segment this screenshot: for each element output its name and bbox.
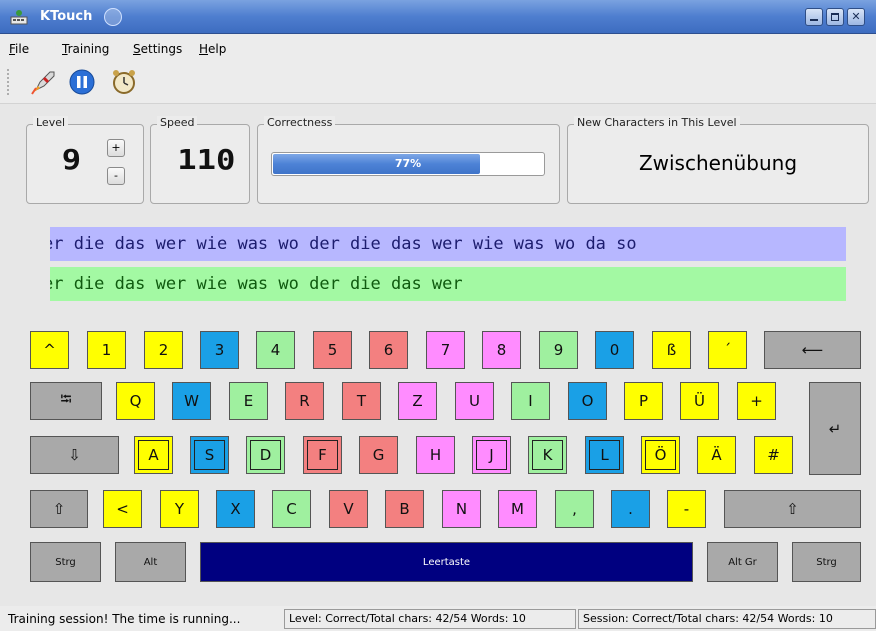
speed-value: 110: [177, 143, 236, 176]
title-bar: KTouch ✕: [0, 0, 876, 34]
menu-settings[interactable]: Settings: [133, 42, 182, 56]
key-r[interactable]: R: [285, 382, 324, 420]
key-c[interactable]: C: [272, 490, 311, 528]
menu-training[interactable]: Training: [62, 42, 109, 56]
toolbar-grip[interactable]: [6, 68, 10, 96]
key-o[interactable]: O: [568, 382, 607, 420]
key-ae[interactable]: Ä: [697, 436, 736, 474]
key-l[interactable]: L: [585, 436, 624, 474]
level-value: 9: [61, 143, 82, 176]
key-m[interactable]: M: [498, 490, 537, 528]
key-v[interactable]: V: [329, 490, 368, 528]
key-altgr[interactable]: Alt Gr: [707, 542, 778, 582]
key-ctrl-right[interactable]: Strg: [792, 542, 861, 582]
speed-label: Speed: [157, 116, 198, 129]
key-backspace[interactable]: ⟵: [764, 331, 861, 369]
student-line[interactable]: er die das wer wie was wo der die das we…: [50, 267, 846, 301]
key-t[interactable]: T: [342, 382, 381, 420]
toolbar: [0, 60, 876, 104]
key-tab[interactable]: ⭾: [30, 382, 102, 420]
alarm-clock-icon[interactable]: [110, 68, 138, 96]
teacher-line: er die das wer wie was wo der die das we…: [50, 227, 846, 261]
ktouch-app-icon[interactable]: [10, 8, 28, 26]
key-less[interactable]: <: [103, 490, 142, 528]
new-characters-label: New Characters in This Level: [574, 116, 740, 129]
maximize-button[interactable]: [826, 8, 844, 26]
key-caret[interactable]: ^: [30, 331, 69, 369]
key-j[interactable]: J: [472, 436, 511, 474]
pause-icon[interactable]: [68, 68, 96, 96]
new-characters-value: Zwischenübung: [638, 151, 798, 175]
key-oe[interactable]: Ö: [641, 436, 680, 474]
key-2[interactable]: 2: [144, 331, 183, 369]
key-a[interactable]: A: [134, 436, 173, 474]
rocket-icon[interactable]: [30, 68, 58, 96]
help-icon[interactable]: [104, 8, 122, 26]
key-3[interactable]: 3: [200, 331, 239, 369]
key-acute[interactable]: ´: [708, 331, 747, 369]
key-period[interactable]: .: [611, 490, 650, 528]
key-w[interactable]: W: [172, 382, 211, 420]
key-ue[interactable]: Ü: [680, 382, 719, 420]
teacher-line-text: er die das wer wie was wo der die das we…: [50, 234, 637, 254]
key-eszett[interactable]: ß: [652, 331, 691, 369]
status-message: Training session! The time is running...: [8, 612, 241, 626]
key-alt[interactable]: Alt: [115, 542, 186, 582]
student-line-text: er die das wer wie was wo der die das we…: [50, 274, 463, 294]
key-4[interactable]: 4: [256, 331, 295, 369]
key-minus[interactable]: -: [667, 490, 706, 528]
key-e[interactable]: E: [229, 382, 268, 420]
key-ctrl-left[interactable]: Strg: [30, 542, 101, 582]
new-characters-panel: New Characters in This Level Zwischenübu…: [567, 116, 869, 204]
correctness-label: Correctness: [264, 116, 336, 129]
key-0[interactable]: 0: [595, 331, 634, 369]
key-q[interactable]: Q: [116, 382, 155, 420]
key-plus[interactable]: +: [737, 382, 776, 420]
key-f[interactable]: F: [303, 436, 342, 474]
key-shift-right[interactable]: ⇧: [724, 490, 861, 528]
key-5[interactable]: 5: [313, 331, 352, 369]
menu-help[interactable]: Help: [199, 42, 226, 56]
level-stats: Level: Correct/Total chars: 42/54 Words:…: [284, 609, 576, 629]
key-b[interactable]: B: [385, 490, 424, 528]
key-enter[interactable]: ↵: [809, 382, 861, 475]
level-increase-button[interactable]: +: [107, 139, 125, 157]
key-h[interactable]: H: [416, 436, 455, 474]
key-9[interactable]: 9: [539, 331, 578, 369]
key-d[interactable]: D: [246, 436, 285, 474]
key-p[interactable]: P: [624, 382, 663, 420]
key-s[interactable]: S: [190, 436, 229, 474]
key-u[interactable]: U: [455, 382, 494, 420]
key-x[interactable]: X: [216, 490, 255, 528]
correctness-progress-bar: 77%: [271, 152, 545, 176]
level-decrease-button[interactable]: -: [107, 167, 125, 185]
key-z[interactable]: Z: [398, 382, 437, 420]
correctness-percent: 77%: [394, 157, 422, 170]
level-label: Level: [33, 116, 69, 129]
key-6[interactable]: 6: [369, 331, 408, 369]
correctness-panel: Correctness 77%: [257, 116, 560, 204]
key-8[interactable]: 8: [482, 331, 521, 369]
key-shift-left[interactable]: ⇧: [30, 490, 88, 528]
key-comma[interactable]: ,: [555, 490, 594, 528]
minimize-button[interactable]: [805, 8, 823, 26]
speed-panel: Speed 110: [150, 116, 250, 204]
key-y[interactable]: Y: [160, 490, 199, 528]
key-k[interactable]: K: [528, 436, 567, 474]
key-i[interactable]: I: [511, 382, 550, 420]
level-panel: Level 9 + -: [26, 116, 144, 204]
close-button[interactable]: ✕: [847, 8, 865, 26]
key-capslock[interactable]: ⇩: [30, 436, 119, 474]
key-g[interactable]: G: [359, 436, 398, 474]
key-7[interactable]: 7: [426, 331, 465, 369]
key-1[interactable]: 1: [87, 331, 126, 369]
status-bar: Training session! The time is running...…: [0, 606, 876, 631]
window-title: KTouch: [40, 9, 93, 24]
key-n[interactable]: N: [442, 490, 481, 528]
session-stats: Session: Correct/Total chars: 42/54 Word…: [578, 609, 876, 629]
menu-file[interactable]: File: [9, 42, 29, 56]
key-space[interactable]: Leertaste: [200, 542, 693, 582]
menu-bar: File Training Settings Help: [0, 34, 876, 60]
key-hash[interactable]: #: [754, 436, 793, 474]
